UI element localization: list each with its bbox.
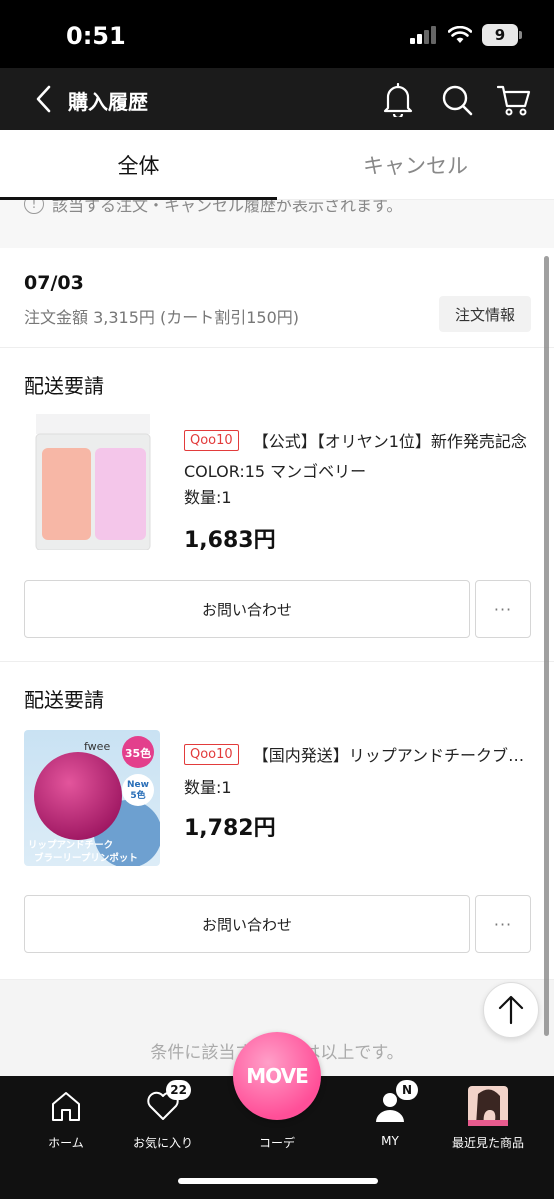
product-name: 【国内発送】リップアンドチークブラーリープリンポット: [252, 746, 534, 765]
notice-banner: ! 該当する注文・キャンセル履歴が表示されます。: [0, 200, 554, 248]
product-title-row[interactable]: Qoo10 【国内発送】リップアンドチークブラーリープリンポット: [184, 742, 534, 766]
recent-product-thumbnail-icon: [468, 1086, 508, 1126]
shipment-card: 配送要請 fwee 35色 New 5色 リップアンドチーク ブラーリープリンポ…: [0, 662, 554, 980]
order-tabs: 全体 キャンセル: [0, 130, 554, 200]
tab-my-label: MY: [381, 1134, 399, 1148]
search-icon: [442, 85, 473, 116]
qoo10-badge: Qoo10: [184, 743, 239, 765]
arrow-up-icon: [498, 995, 524, 1025]
tab-recently-viewed[interactable]: 最近見た商品: [438, 1086, 538, 1156]
thumb-brand: fwee: [84, 740, 110, 753]
tab-cancel[interactable]: キャンセル: [277, 130, 554, 200]
inquiry-button[interactable]: お問い合わせ: [24, 580, 470, 638]
order-header: 07/03 注文金額 3,315円 (カート割引150円) 注文情報: [0, 248, 554, 348]
tab-home-label: ホーム: [48, 1136, 84, 1150]
product-name: 【公式】【オリヤン1位】新作発売記念: [252, 432, 527, 451]
notice-text: 該当する注文・キャンセル履歴が表示されます。: [52, 200, 403, 215]
product-quantity: 数量:1: [184, 488, 232, 507]
bell-icon: [383, 83, 413, 117]
order-date: 07/03: [24, 272, 84, 294]
scrollbar[interactable]: [544, 256, 549, 1036]
signal-icon: [410, 26, 436, 44]
tab-favorites[interactable]: 22 お気に入り: [113, 1080, 213, 1156]
scroll-to-top-button[interactable]: [483, 982, 539, 1038]
thumb-caption-line2: ブラーリープリンポット: [34, 852, 138, 864]
order-info-button[interactable]: 注文情報: [439, 296, 531, 332]
thumb-badge-new-count: 5色: [130, 789, 145, 801]
move-button[interactable]: MOVE: [233, 1032, 321, 1120]
tab-favorites-label: お気に入り: [132, 1136, 193, 1150]
tab-recently-viewed-label: 最近見た商品: [451, 1136, 524, 1150]
product-thumbnail[interactable]: [24, 414, 160, 550]
blush-palette-image: [24, 414, 160, 550]
shipment-status: 配送要請: [24, 688, 104, 712]
tab-all[interactable]: 全体: [0, 130, 277, 200]
tab-home[interactable]: ホーム: [16, 1086, 116, 1156]
search-button[interactable]: [437, 80, 477, 120]
cart-button[interactable]: [494, 80, 534, 120]
status-bar: 0:51 9: [0, 0, 554, 68]
thumb-badge-colors: 35色: [125, 746, 151, 760]
order-amount: 注文金額 3,315円 (カート割引150円): [24, 308, 300, 327]
lip-cheek-pot-image: fwee 35色 New 5色 リップアンドチーク ブラーリープリンポット: [24, 730, 160, 866]
battery-icon: 9: [482, 24, 522, 46]
tab-my[interactable]: N MY: [340, 1080, 440, 1156]
qoo10-badge: Qoo10: [184, 429, 239, 451]
nav-bar: 購入履歴: [0, 68, 554, 130]
status-time: 0:51: [66, 22, 126, 50]
favorites-count-badge: 22: [166, 1080, 191, 1100]
info-icon: !: [24, 200, 44, 214]
shipment-card: 配送要請 Qoo10 【公式】【オリヤン1位】新作発売記念 COLOR:15 マ…: [0, 348, 554, 662]
shipment-status: 配送要請: [24, 374, 104, 398]
thumb-caption-line1: リップアンドチーク: [28, 839, 113, 851]
status-icons: 9: [410, 24, 522, 46]
inquiry-button[interactable]: お問い合わせ: [24, 895, 470, 953]
product-option: COLOR:15 マンゴベリー: [184, 462, 367, 481]
back-button[interactable]: [28, 82, 58, 116]
product-quantity: 数量:1: [184, 778, 232, 797]
chevron-left-icon: [36, 85, 51, 113]
more-options-button[interactable]: ···: [475, 895, 531, 953]
wifi-icon: [448, 26, 472, 43]
product-thumbnail[interactable]: fwee 35色 New 5色 リップアンドチーク ブラーリープリンポット: [24, 730, 160, 866]
product-price: 1,782円: [184, 816, 276, 841]
product-title-row[interactable]: Qoo10 【公式】【オリヤン1位】新作発売記念: [184, 428, 534, 452]
notification-button[interactable]: [378, 80, 418, 120]
tab-coordinate-label: コーデ: [258, 1136, 295, 1150]
my-new-badge: N: [396, 1080, 418, 1100]
thumb-badge-new: New: [127, 780, 149, 790]
product-price: 1,683円: [184, 528, 276, 553]
home-indicator: [178, 1178, 378, 1184]
more-options-button[interactable]: ···: [475, 580, 531, 638]
cart-icon: [497, 85, 531, 116]
page-title: 購入履歴: [68, 90, 148, 114]
home-icon: [52, 1092, 80, 1121]
